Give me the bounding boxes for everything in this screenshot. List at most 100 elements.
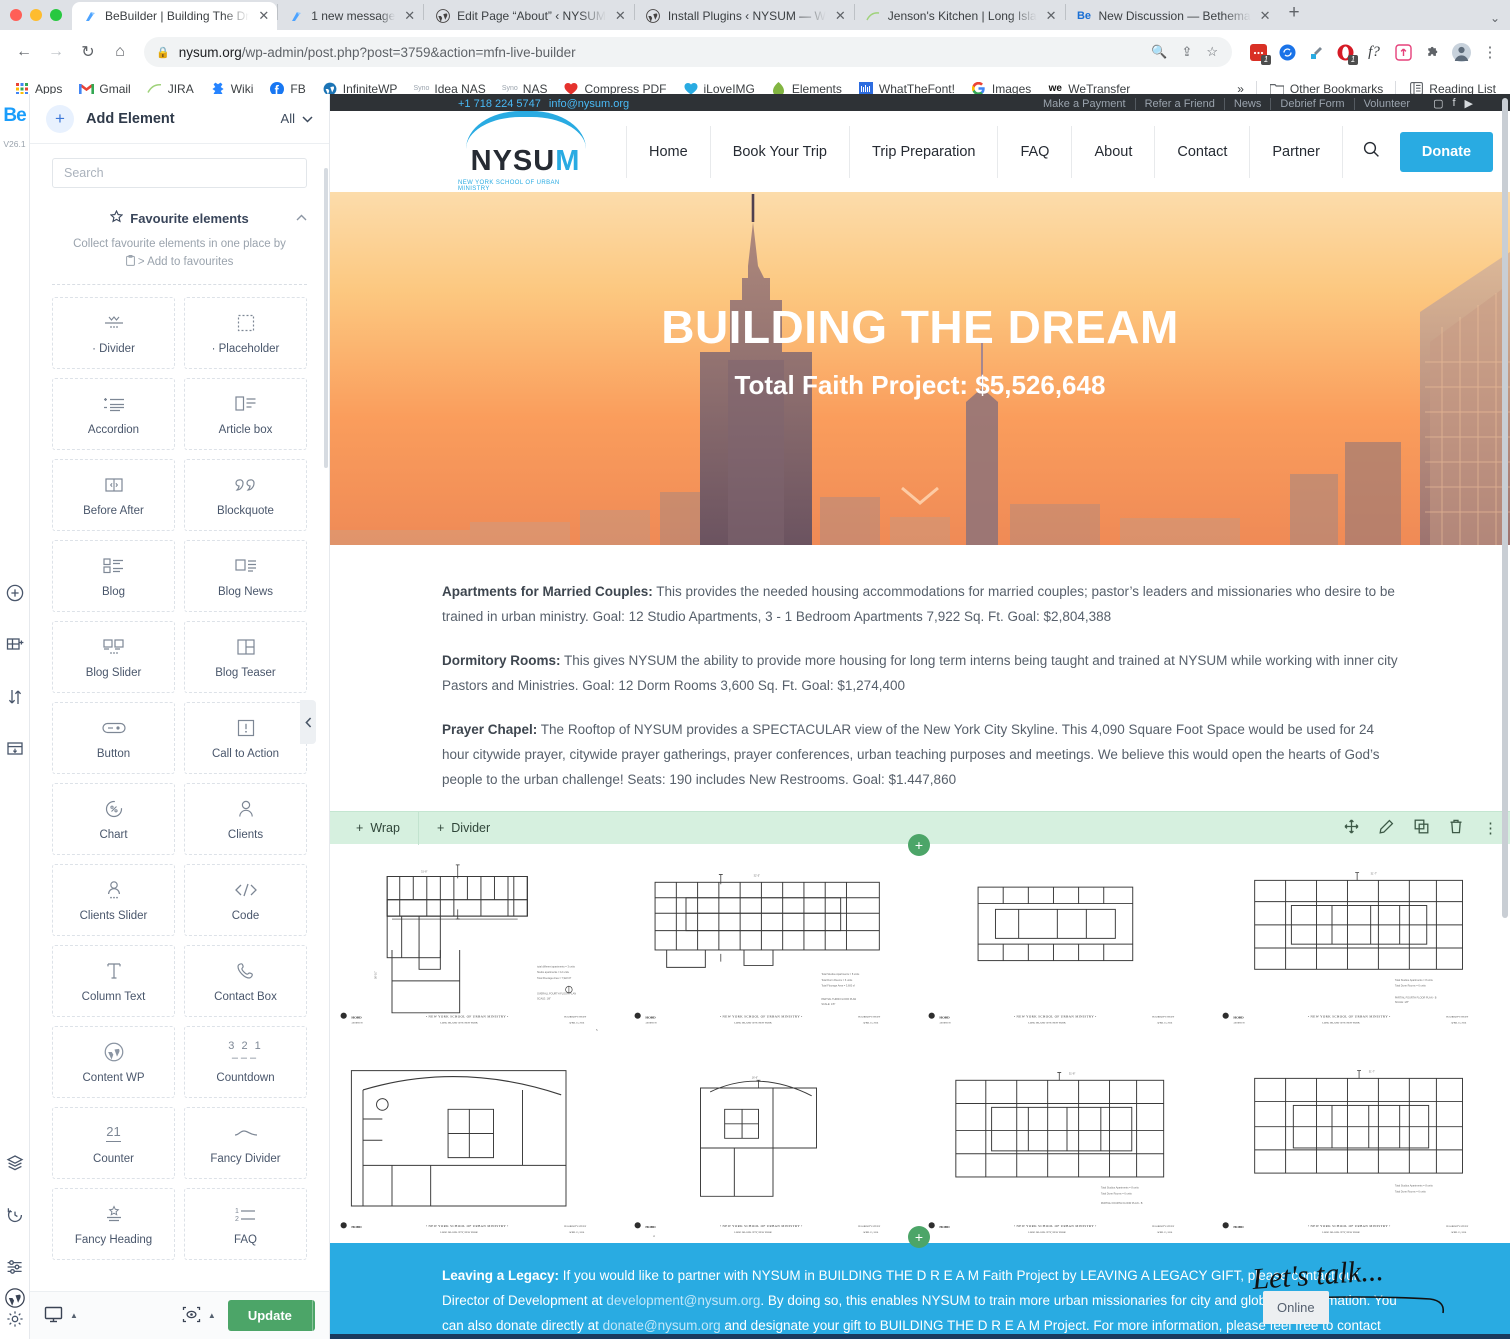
add-divider-button[interactable]: + Divider xyxy=(419,812,508,845)
favourite-elements-header[interactable]: Favourite elements xyxy=(52,210,307,226)
maximize-window-button[interactable] xyxy=(50,9,62,21)
history-icon[interactable] xyxy=(5,1205,25,1225)
element-card-fancy-divider[interactable]: Fancy Divider xyxy=(184,1107,307,1179)
element-card-article-box[interactable]: Article box xyxy=(184,378,307,450)
sliders-icon[interactable] xyxy=(5,1257,25,1277)
close-tab-button[interactable]: ✕ xyxy=(256,8,269,24)
trash-icon[interactable] xyxy=(1449,819,1463,837)
minimize-window-button[interactable] xyxy=(30,9,42,21)
nav-item-book-your-trip[interactable]: Book Your Trip xyxy=(710,126,849,178)
sync-extension-icon[interactable] xyxy=(1277,42,1297,62)
floorplan-gallery[interactable]: 31'-8" total different apartments = 3 uni… xyxy=(330,844,1510,1248)
floorplan-image[interactable]: 31'-8" Total Studios Apartments = 8 unit… xyxy=(922,1048,1212,1246)
browser-tab[interactable]: Edit Page “About” ‹ NYSUM ✕ xyxy=(424,2,634,30)
screencast-extension-icon[interactable]: 1 xyxy=(1248,42,1268,62)
element-card-counter[interactable]: 21 Counter xyxy=(52,1107,175,1179)
donate-email-link[interactable]: donate@nysum.org xyxy=(603,1318,721,1333)
floorplan-image[interactable]: 32'-5" Total Studios Apartments = 8 unit… xyxy=(628,850,918,1048)
floorplan-image[interactable]: 16'-6" • NEW YORK SCHOOL OF URBAN MINIST… xyxy=(628,1048,918,1246)
update-button[interactable]: Update xyxy=(228,1300,312,1331)
close-window-button[interactable] xyxy=(10,9,22,21)
close-tab-button[interactable]: ✕ xyxy=(613,8,626,24)
add-section-icon[interactable] xyxy=(5,635,25,655)
utility-link[interactable]: Debrief Form xyxy=(1271,98,1354,110)
element-card-content-wp[interactable]: Content WP xyxy=(52,1026,175,1098)
utility-link[interactable]: Make a Payment xyxy=(1034,98,1136,110)
element-card-divider[interactable]: · Divider xyxy=(52,297,175,369)
reorder-icon[interactable] xyxy=(5,687,25,707)
element-card-contact-box[interactable]: Contact Box xyxy=(184,945,307,1017)
element-card-code[interactable]: Code xyxy=(184,864,307,936)
nav-item-home[interactable]: Home xyxy=(626,126,710,178)
donate-button[interactable]: Donate xyxy=(1400,132,1493,172)
element-card-button[interactable]: Button xyxy=(52,702,175,774)
close-tab-button[interactable]: ✕ xyxy=(1044,8,1057,24)
element-card-chart[interactable]: Chart xyxy=(52,783,175,855)
floorplan-image[interactable]: • NEW YORK SCHOOL OF URBAN MINISTRY • LO… xyxy=(334,1048,624,1246)
floorplan-image[interactable]: 31'-7" Total Studios Apartments = 8 unit… xyxy=(1216,1048,1506,1246)
add-element-plus-icon[interactable]: + xyxy=(46,105,74,133)
browser-tab[interactable]: 1 new message ✕ xyxy=(278,2,423,30)
home-button[interactable]: ⌂ xyxy=(106,38,134,66)
chevron-down-icon[interactable] xyxy=(330,482,1510,514)
element-card-blockquote[interactable]: Blockquote xyxy=(184,459,307,531)
search-input[interactable]: Search xyxy=(52,158,307,188)
close-tab-button[interactable]: ✕ xyxy=(402,8,415,24)
element-card-accordion[interactable]: Accordion xyxy=(52,378,175,450)
add-row-icon[interactable] xyxy=(5,739,25,759)
close-tab-button[interactable]: ✕ xyxy=(833,8,846,24)
sidebar-scrollbar[interactable] xyxy=(324,168,328,468)
forward-button[interactable]: → xyxy=(42,38,70,66)
reload-button[interactable]: ↻ xyxy=(74,38,102,66)
nav-item-trip-preparation[interactable]: Trip Preparation xyxy=(849,126,997,178)
element-card-blog-slider[interactable]: Blog Slider xyxy=(52,621,175,693)
element-card-call-to-action[interactable]: Call to Action xyxy=(184,702,307,774)
bookmark-star-icon[interactable]: ☆ xyxy=(1206,44,1218,60)
edit-pencil-icon[interactable] xyxy=(1379,819,1394,837)
project-description[interactable]: Apartments for Married Couples: This pro… xyxy=(330,545,1510,792)
browser-tab[interactable]: Install Plugins ‹ NYSUM — W ✕ xyxy=(635,2,854,30)
move-icon[interactable] xyxy=(1344,819,1359,837)
back-button[interactable]: ← xyxy=(10,38,38,66)
duplicate-icon[interactable] xyxy=(1414,819,1429,837)
add-wrap-button[interactable]: + Wrap xyxy=(338,812,419,845)
update-options-button[interactable]: ▲ xyxy=(312,1300,315,1331)
element-card-placeholder[interactable]: · Placeholder xyxy=(184,297,307,369)
puzzle-extensions-icon[interactable] xyxy=(1422,42,1442,62)
chevron-up-icon[interactable] xyxy=(296,212,307,224)
opera-extension-icon[interactable]: 1 xyxy=(1335,42,1355,62)
preview-button[interactable]: ▲ xyxy=(182,1306,216,1326)
utility-link[interactable]: News xyxy=(1225,98,1272,110)
new-tab-button[interactable]: + xyxy=(1278,2,1309,28)
element-card-faq[interactable]: 12 FAQ xyxy=(184,1188,307,1260)
site-phone[interactable]: +1 718 224 5747 xyxy=(458,98,541,110)
facebook-icon[interactable]: f xyxy=(1452,97,1455,110)
add-circle-icon[interactable] xyxy=(5,583,25,603)
add-element-node-bottom[interactable]: + xyxy=(908,1226,930,1248)
utility-link[interactable]: Volunteer xyxy=(1355,98,1419,110)
site-email[interactable]: info@nysum.org xyxy=(549,98,629,110)
element-filter-dropdown[interactable]: All xyxy=(281,111,313,126)
add-element-node-top[interactable]: + xyxy=(908,834,930,856)
close-tab-button[interactable]: ✕ xyxy=(1258,8,1271,24)
share-icon[interactable]: ⇪ xyxy=(1181,44,1192,60)
more-vertical-icon[interactable]: ⋮ xyxy=(1483,819,1498,837)
floorplan-image[interactable]: • NEW YORK SCHOOL OF URBAN MINISTRY • LO… xyxy=(922,850,1212,1048)
sidebar-collapse-handle[interactable] xyxy=(300,700,316,744)
tab-list-chevron-icon[interactable]: ⌄ xyxy=(1490,11,1500,25)
eyedropper-extension-icon[interactable] xyxy=(1306,42,1326,62)
upload-extension-icon[interactable] xyxy=(1393,42,1413,62)
floorplan-image[interactable]: 31'-8" total different apartments = 3 uni… xyxy=(334,850,624,1048)
chrome-menu-icon[interactable]: ⋮ xyxy=(1480,42,1500,62)
canvas-scrollbar[interactable] xyxy=(1502,98,1508,918)
search-icon[interactable] xyxy=(1343,141,1400,162)
whatthefont-extension-icon[interactable]: f? xyxy=(1364,42,1384,62)
element-card-blog[interactable]: Blog xyxy=(52,540,175,612)
nysum-logo[interactable]: NYSUM NEW YORK SCHOOL OF URBAN MINISTRY xyxy=(458,111,593,192)
nav-item-contact[interactable]: Contact xyxy=(1154,126,1249,178)
legacy-footer-section[interactable]: Leaving a Legacy: If you would like to p… xyxy=(330,1243,1510,1339)
instagram-icon[interactable]: ▢ xyxy=(1433,97,1443,110)
browser-tab[interactable]: Jenson's Kitchen | Long Isla ✕ xyxy=(855,2,1065,30)
utility-link[interactable]: Refer a Friend xyxy=(1136,98,1225,110)
zoom-out-icon[interactable]: 🔍 xyxy=(1151,44,1167,60)
